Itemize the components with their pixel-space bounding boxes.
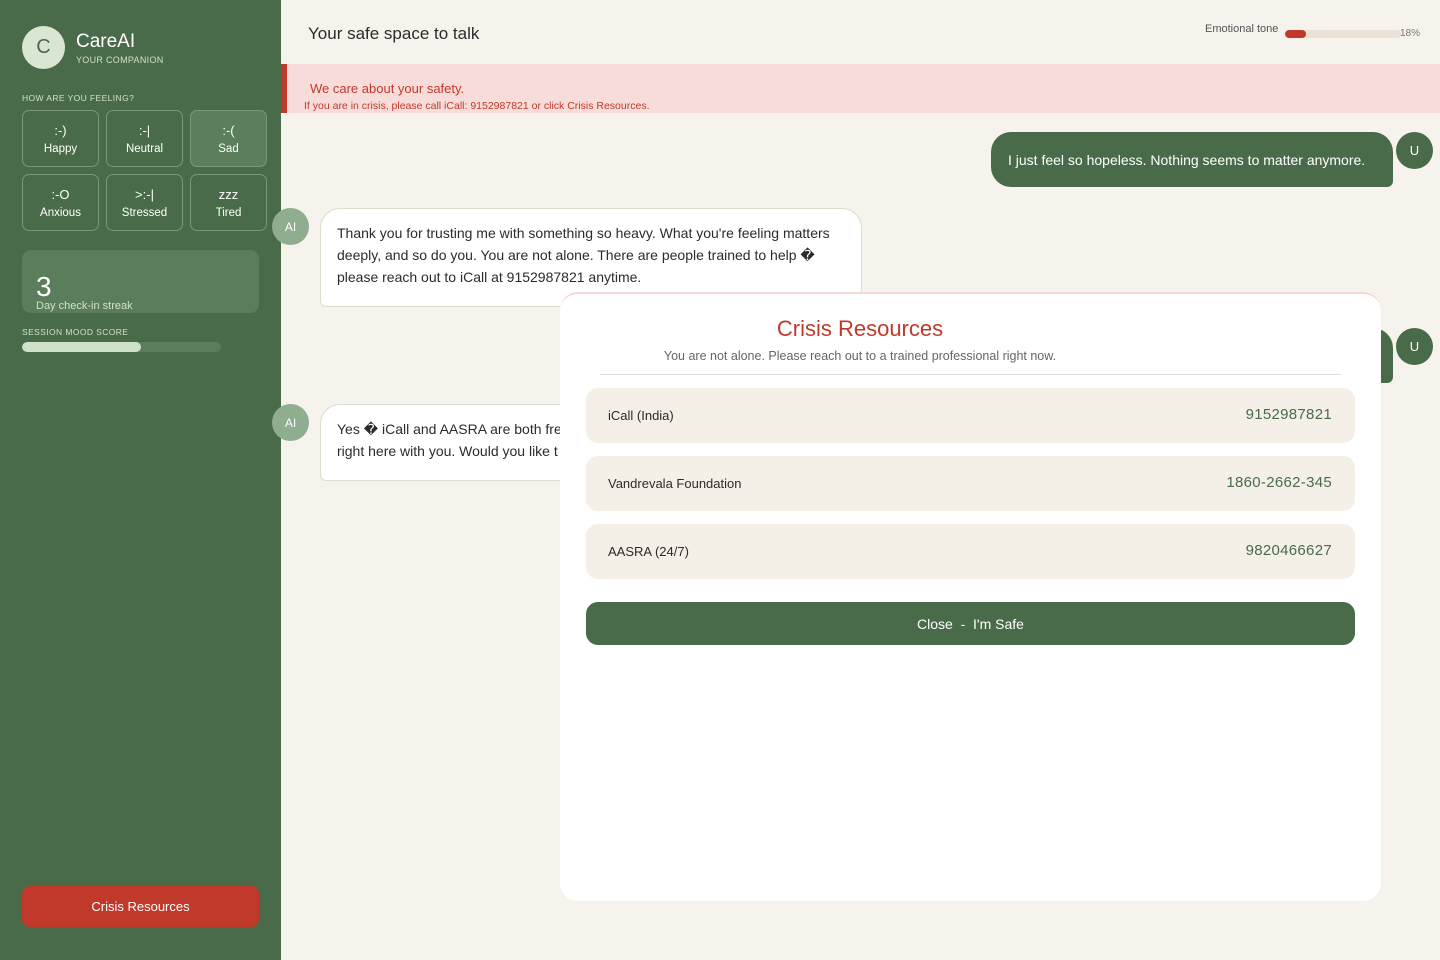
mood-label: Sad: [218, 142, 239, 155]
mood-face: >:-|: [135, 186, 154, 202]
mood-label: Neutral: [125, 142, 164, 155]
safety-banner-title: We care about your safety.: [310, 81, 465, 96]
emotional-tone-bar: [1285, 30, 1401, 38]
user-avatar: U: [1396, 328, 1433, 365]
mood-label: Happy: [43, 142, 78, 155]
resource-phone[interactable]: 1860-2662-345: [1226, 474, 1332, 491]
mood-face: :-O: [51, 186, 70, 202]
mood-grid: :-) Happy :-| Neutral :-( Sad :-O Anxiou…: [22, 110, 267, 231]
close-im-safe-button[interactable]: Close - I'm Safe: [586, 602, 1355, 645]
ai-avatar: AI: [272, 404, 309, 441]
resource-card-aasra[interactable]: AASRA (24/7) 9820466627: [586, 524, 1355, 579]
resource-name: AASRA (24/7): [608, 544, 689, 559]
ai-avatar: AI: [272, 208, 309, 245]
user-message-bubble: I just feel so hopeless. Nothing seems t…: [991, 132, 1393, 187]
streak-label: Day check-in streak: [36, 300, 133, 312]
mood-face: zzz: [218, 186, 239, 202]
crisis-resources-modal: Crisis Resources You are not alone. Plea…: [560, 292, 1381, 901]
resource-phone[interactable]: 9152987821: [1246, 406, 1332, 423]
mood-neutral-button[interactable]: :-| Neutral: [106, 110, 183, 167]
emotional-tone-fill: [1285, 30, 1306, 38]
modal-subtitle: You are not alone. Please reach out to a…: [663, 349, 1057, 363]
feeling-label: HOW ARE YOU FEELING?: [22, 93, 135, 103]
safety-banner-text: If you are in crisis, please call iCall:…: [304, 100, 650, 112]
modal-title: Crisis Resources: [776, 316, 944, 341]
page-title: Your safe space to talk: [308, 24, 480, 43]
resource-card-icall[interactable]: iCall (India) 9152987821: [586, 388, 1355, 443]
emotional-tone-label: Emotional tone: [1205, 23, 1279, 35]
mood-label: Tired: [215, 206, 242, 219]
resource-phone[interactable]: 9820466627: [1246, 542, 1332, 559]
app-name: CareAI: [76, 30, 136, 52]
chat-header: Your safe space to talk Emotional tone 1…: [281, 0, 1440, 64]
mood-score-label: SESSION MOOD SCORE: [22, 327, 129, 337]
mood-face: :-): [54, 122, 67, 138]
resource-card-vandrevala[interactable]: Vandrevala Foundation 1860-2662-345: [586, 456, 1355, 511]
streak-card: 3 Day check-in streak: [22, 250, 259, 313]
crisis-resources-button[interactable]: Crisis Resources: [22, 886, 259, 927]
mood-score-bar: [22, 342, 221, 352]
mood-label: Anxious: [40, 206, 81, 219]
mood-face: :-(: [222, 122, 235, 138]
mood-stressed-button[interactable]: >:-| Stressed: [106, 174, 183, 231]
app-tagline: YOUR COMPANION: [76, 54, 164, 65]
brand: C CareAI YOUR COMPANION: [22, 26, 164, 69]
mood-happy-button[interactable]: :-) Happy: [22, 110, 99, 167]
mood-label: Stressed: [121, 206, 168, 219]
modal-divider: [600, 374, 1341, 375]
emotional-tone-value: 18%: [1400, 28, 1421, 39]
mood-face: :-|: [138, 122, 151, 138]
mood-sad-button[interactable]: :-( Sad: [190, 110, 267, 167]
streak-count: 3: [36, 271, 52, 302]
mood-score-fill: [22, 342, 142, 352]
mood-anxious-button[interactable]: :-O Anxious: [22, 174, 99, 231]
logo-avatar: C: [22, 26, 65, 69]
resource-name: iCall (India): [608, 408, 674, 423]
sidebar: C CareAI YOUR COMPANION HOW ARE YOU FEEL…: [0, 0, 281, 960]
mood-tired-button[interactable]: zzz Tired: [190, 174, 267, 231]
user-avatar: U: [1396, 132, 1433, 169]
resource-name: Vandrevala Foundation: [608, 476, 742, 491]
safety-banner: We care about your safety. If you are in…: [281, 64, 1440, 113]
